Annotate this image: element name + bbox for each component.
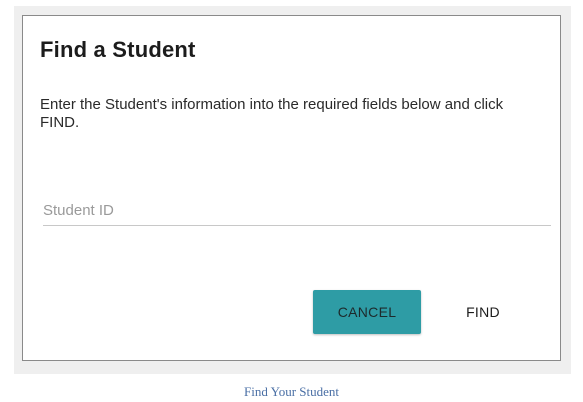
find-button[interactable]: FIND <box>443 290 523 334</box>
student-id-input[interactable] <box>43 198 551 226</box>
figure-caption: Find Your Student <box>244 384 339 399</box>
cancel-button[interactable]: CANCEL <box>313 290 421 334</box>
dialog-title: Find a Student <box>40 37 196 62</box>
find-student-dialog: Find a Student Enter the Student's infor… <box>22 15 561 361</box>
dialog-instructions: Enter the Student's information into the… <box>40 96 504 131</box>
